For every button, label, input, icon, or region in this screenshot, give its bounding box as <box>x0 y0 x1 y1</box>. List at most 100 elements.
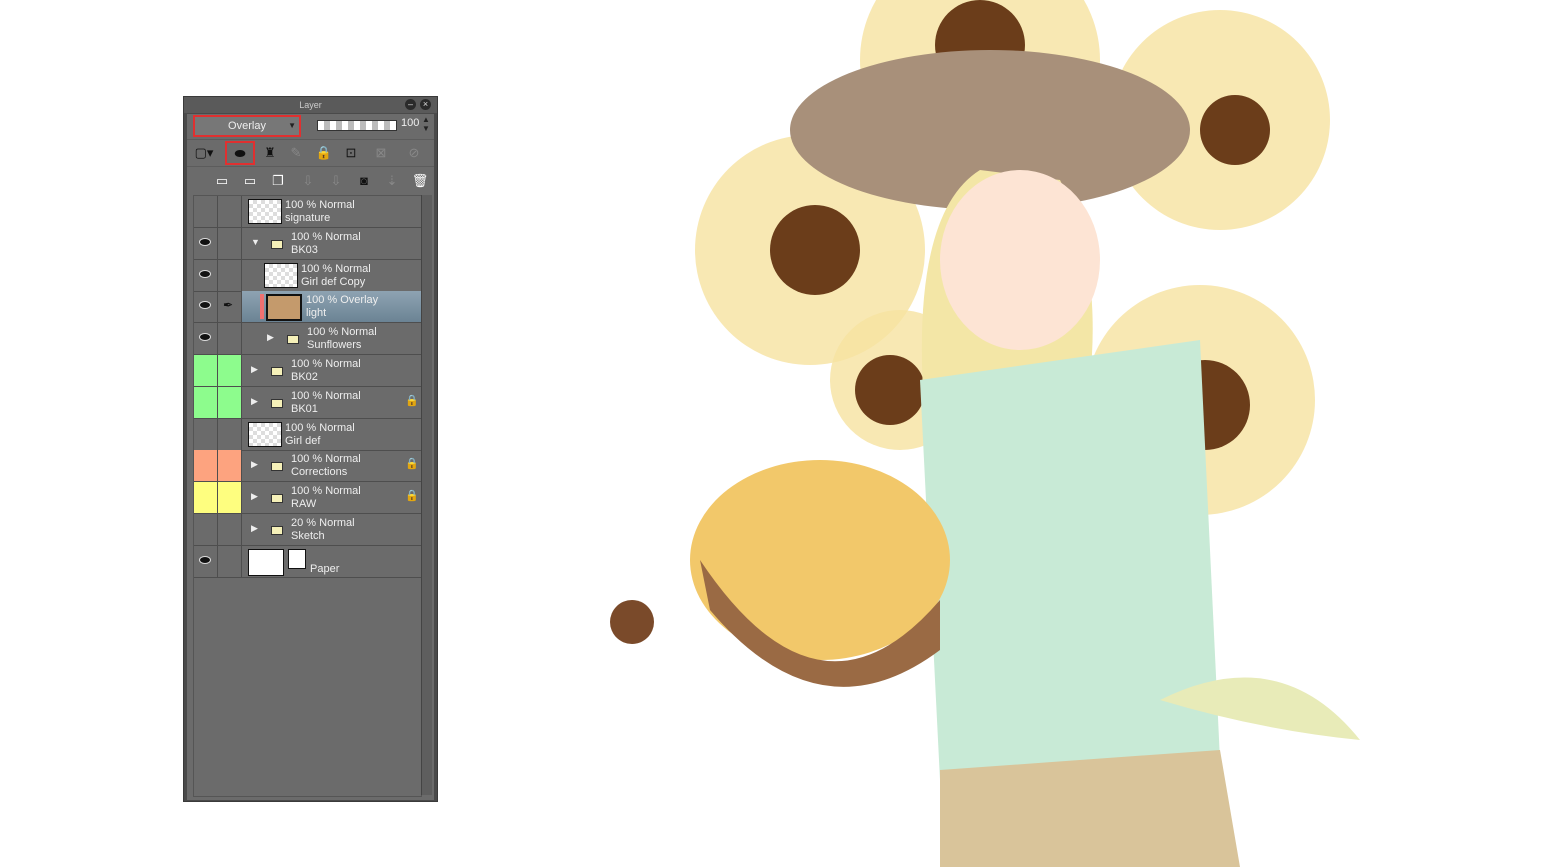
layer-info: 100 % Normal BK03 <box>291 231 361 257</box>
visibility-toggle[interactable] <box>194 482 218 514</box>
layer-color-button[interactable]: ▢▾ <box>189 142 219 164</box>
layer-thumbnail <box>266 294 302 322</box>
eye-icon <box>199 555 211 564</box>
expand-arrow-icon[interactable]: ▶ <box>267 332 274 343</box>
layer-thumbnail <box>248 421 282 447</box>
layer-name: Girl def Copy <box>301 275 366 288</box>
expand-arrow-icon[interactable]: ▶ <box>251 491 258 502</box>
layer-row[interactable]: ▶ 100 % Normal Sunflowers <box>194 323 421 356</box>
visibility-toggle[interactable] <box>194 227 218 259</box>
mask-enable-icon[interactable]: ⊠ <box>367 142 395 164</box>
apply-mask-icon[interactable]: ⇣ <box>381 170 403 192</box>
edit-target-cell[interactable] <box>218 545 242 577</box>
layer-info: 100 % Normal BK02 <box>291 358 361 384</box>
paper-icon <box>288 548 306 569</box>
layer-row[interactable]: 100 % Normal Girl def Copy <box>194 259 421 292</box>
visibility-toggle[interactable] <box>194 514 218 545</box>
edit-target-cell[interactable] <box>218 386 242 418</box>
layer-blend-info: 100 % Normal <box>307 326 377 339</box>
visibility-toggle[interactable] <box>194 545 218 577</box>
layer-name: BK02 <box>291 371 318 383</box>
edit-target-cell[interactable] <box>218 418 242 450</box>
edit-target-cell[interactable] <box>218 514 242 545</box>
layer-info: 100 % Normal Girl def <box>285 422 355 448</box>
expand-arrow-icon[interactable]: ▶ <box>251 364 258 375</box>
visibility-toggle[interactable] <box>194 323 218 355</box>
edit-target-cell[interactable] <box>218 227 242 259</box>
visibility-toggle[interactable] <box>194 291 218 323</box>
layer-list-scrollbar[interactable] <box>421 195 432 795</box>
edit-target-cell[interactable]: ✒ <box>218 291 242 323</box>
collapse-arrow-icon[interactable]: ▼ <box>251 237 260 247</box>
visibility-toggle[interactable] <box>194 450 218 482</box>
sunflower-illustration <box>610 0 1360 867</box>
layer-row[interactable]: ▶ 100 % Normal BK01 🔒 <box>194 386 421 419</box>
layer-info: 100 % Normal signature <box>285 199 355 225</box>
opacity-value[interactable]: 100 <box>401 117 419 129</box>
layer-row[interactable]: ▶ 100 % Normal BK02 <box>194 355 421 387</box>
folder-icon <box>271 398 283 408</box>
layer-blend-info: 100 % Normal <box>291 453 361 466</box>
visibility-toggle[interactable] <box>194 386 218 418</box>
layer-info: 20 % Normal Sketch <box>291 517 355 543</box>
layer-name: light <box>306 307 327 320</box>
layer-row[interactable]: ▶ 100 % Normal RAW 🔒 <box>194 482 421 515</box>
opacity-slider[interactable] <box>317 120 397 131</box>
reference-layer-icon[interactable]: ♜ <box>259 142 281 164</box>
visibility-toggle[interactable] <box>194 196 218 227</box>
visibility-toggle[interactable] <box>194 418 218 450</box>
layer-row[interactable]: ▼ 100 % Normal BK03 <box>194 227 421 260</box>
layer-blend-info: 100 % Overlay <box>306 294 379 307</box>
lock-icon: 🔒 <box>405 394 419 407</box>
edit-target-cell[interactable] <box>218 323 242 355</box>
edit-target-cell[interactable] <box>218 482 242 514</box>
layer-name: RAW <box>291 498 317 511</box>
visibility-toggle[interactable] <box>194 259 218 291</box>
folder-icon <box>287 335 299 345</box>
layer-blend-info: 20 % Normal <box>291 517 355 529</box>
new-raster-layer-icon[interactable]: ▭ <box>211 170 233 192</box>
transfer-to-lower-icon[interactable]: ⇩ <box>297 170 319 192</box>
chevron-down-icon: ▼ <box>288 121 296 130</box>
opacity-spinner[interactable]: ▲ ▼ <box>422 115 430 133</box>
lock-transparency-icon[interactable]: ⊡ <box>340 142 362 164</box>
edit-target-cell[interactable] <box>218 196 242 227</box>
visibility-toggle[interactable] <box>194 355 218 386</box>
close-icon[interactable]: × <box>420 99 431 110</box>
draft-layer-icon[interactable]: ✎ <box>285 142 307 164</box>
layer-blend-info: 100 % Normal <box>301 262 371 275</box>
edit-target-cell[interactable] <box>218 259 242 291</box>
layer-row[interactable]: ▶ 20 % Normal Sketch <box>194 514 421 546</box>
layer-blend-info: 100 % Normal <box>291 389 361 402</box>
layer-row[interactable]: Paper <box>194 545 421 578</box>
lock-layer-icon[interactable]: 🔒 <box>313 142 335 164</box>
layer-name: BK01 <box>291 402 318 415</box>
layer-info: 100 % Normal BK01 <box>291 390 361 416</box>
layer-row[interactable]: ✒ 100 % Overlay light <box>194 291 421 324</box>
merge-down-icon[interactable]: ⇩ <box>325 170 347 192</box>
lock-icon: 🔒 <box>405 458 419 471</box>
minimize-icon[interactable]: – <box>405 99 416 110</box>
expand-arrow-icon[interactable]: ▶ <box>251 459 258 470</box>
create-mask-icon[interactable]: ◙ <box>353 170 375 192</box>
layer-name: Sunflowers <box>307 339 362 352</box>
edit-target-cell[interactable] <box>218 355 242 386</box>
layer-row[interactable]: ▶ 100 % Normal Corrections 🔒 <box>194 450 421 483</box>
lock-icon: 🔒 <box>405 490 419 503</box>
layer-name: Girl def <box>285 434 321 447</box>
layer-row[interactable]: 100 % Normal signature <box>194 196 421 228</box>
expand-arrow-icon[interactable]: ▶ <box>251 523 258 534</box>
new-folder-icon[interactable]: ❐ <box>267 170 289 192</box>
delete-layer-icon[interactable]: 🗑 <box>409 170 431 192</box>
expand-arrow-icon[interactable]: ▶ <box>251 396 258 407</box>
pen-icon: ✒ <box>223 298 234 313</box>
blend-mode-value: Overlay <box>228 120 266 132</box>
layer-row[interactable]: 100 % Normal Girl def <box>194 418 421 451</box>
layer-thumbnail <box>264 262 298 288</box>
edit-target-cell[interactable] <box>218 450 242 482</box>
blend-mode-select[interactable]: Overlay ▼ <box>193 115 301 137</box>
ruler-enable-icon[interactable]: ⊘ <box>400 142 428 164</box>
artwork-canvas <box>610 0 1360 867</box>
clip-to-lower-layer-icon[interactable]: ⬬ <box>225 141 255 165</box>
new-vector-layer-icon[interactable]: ▭ <box>239 170 261 192</box>
